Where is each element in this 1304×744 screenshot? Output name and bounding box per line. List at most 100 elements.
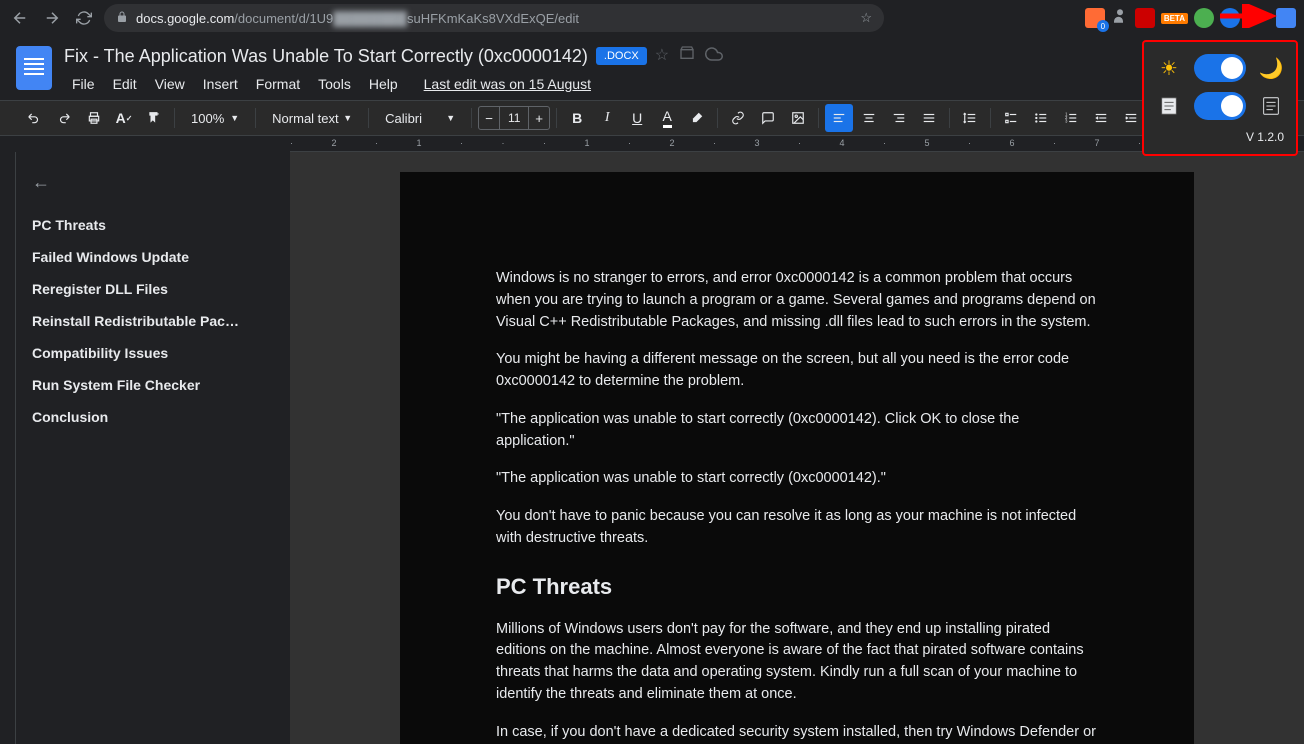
link-button[interactable] <box>724 104 752 132</box>
separator <box>174 108 175 128</box>
document-title[interactable]: Fix - The Application Was Unable To Star… <box>64 46 588 67</box>
beta-badge[interactable]: BETA <box>1161 13 1188 24</box>
heading: PC Threats <box>496 570 1098 603</box>
separator <box>818 108 819 128</box>
align-justify-button[interactable] <box>915 104 943 132</box>
menu-bar: File Edit View Insert Format Tools Help … <box>64 70 1288 98</box>
outline-back-button[interactable]: ← <box>32 172 274 193</box>
paint-format-button[interactable] <box>140 104 168 132</box>
outdent-button[interactable] <box>1087 104 1115 132</box>
redo-button[interactable] <box>50 104 78 132</box>
browser-toolbar: docs.google.com/document/d/1U9████████su… <box>0 0 1304 36</box>
main-area: ← PC Threats Failed Windows Update Rereg… <box>0 152 1304 744</box>
outline-item[interactable]: Conclusion <box>32 401 274 433</box>
last-edit-link[interactable]: Last edit was on 15 August <box>424 76 591 92</box>
outline-item[interactable]: Failed Windows Update <box>32 241 274 273</box>
menu-help[interactable]: Help <box>361 72 406 96</box>
svg-text:3: 3 <box>1065 119 1068 124</box>
star-icon[interactable]: ☆ <box>860 10 872 26</box>
doc-dark-toggle[interactable] <box>1194 92 1246 120</box>
bold-button[interactable]: B <box>563 104 591 132</box>
font-size-control: − + <box>478 106 550 130</box>
separator <box>368 108 369 128</box>
moon-icon: 🌙 <box>1258 55 1284 81</box>
back-button[interactable] <box>8 6 32 30</box>
print-button[interactable] <box>80 104 108 132</box>
forward-button[interactable] <box>40 6 64 30</box>
italic-button[interactable]: I <box>593 104 621 132</box>
separator <box>717 108 718 128</box>
paragraph: You don't have to panic because you can … <box>496 506 1098 550</box>
docs-logo-icon[interactable] <box>16 46 52 90</box>
cloud-icon[interactable] <box>705 45 723 68</box>
font-select[interactable]: Calibri▼ <box>375 107 465 130</box>
ext-icon-1[interactable]: 0 <box>1085 8 1105 28</box>
text-color-button[interactable]: A <box>653 104 681 132</box>
menu-view[interactable]: View <box>147 72 193 96</box>
bullet-list-button[interactable] <box>1027 104 1055 132</box>
zoom-select[interactable]: 100%▼ <box>181 107 249 130</box>
separator <box>949 108 950 128</box>
menu-edit[interactable]: Edit <box>105 72 145 96</box>
comment-button[interactable] <box>754 104 782 132</box>
paragraph: You might be having a different message … <box>496 349 1098 393</box>
formatting-toolbar: A✓ 100%▼ Normal text▼ Calibri▼ − + B I U… <box>0 100 1304 136</box>
underline-button[interactable]: U <box>623 104 651 132</box>
menu-format[interactable]: Format <box>248 72 308 96</box>
align-right-button[interactable] <box>885 104 913 132</box>
docs-header: Fix - The Application Was Unable To Star… <box>0 36 1304 100</box>
outline-item[interactable]: PC Threats <box>32 209 274 241</box>
paragraph: Windows is no stranger to errors, and er… <box>496 268 1098 333</box>
outline-item[interactable]: Compatibility Issues <box>32 337 274 369</box>
extension-popup: ☀ 🌙 V 1.2.0 <box>1142 40 1298 156</box>
menu-tools[interactable]: Tools <box>310 72 359 96</box>
reload-button[interactable] <box>72 6 96 30</box>
format-badge: .DOCX <box>596 47 647 65</box>
outline-item[interactable]: Reregister DLL Files <box>32 273 274 305</box>
ext-icon-2[interactable] <box>1111 7 1129 30</box>
star-icon[interactable]: ☆ <box>655 45 669 68</box>
align-left-button[interactable] <box>825 104 853 132</box>
version-label: V 1.2.0 <box>1156 130 1284 144</box>
menu-insert[interactable]: Insert <box>195 72 246 96</box>
sun-icon: ☀ <box>1156 55 1182 81</box>
light-doc-icon <box>1156 93 1182 119</box>
dark-doc-icon <box>1258 93 1284 119</box>
outline-item[interactable]: Reinstall Redistributable Pac… <box>32 305 274 337</box>
move-icon[interactable] <box>679 45 695 68</box>
ext-icon-3[interactable] <box>1135 8 1155 28</box>
style-select[interactable]: Normal text▼ <box>262 107 362 130</box>
outline-item[interactable]: Run System File Checker <box>32 369 274 401</box>
size-decrease-button[interactable]: − <box>479 107 499 129</box>
numbered-list-button[interactable]: 123 <box>1057 104 1085 132</box>
separator <box>990 108 991 128</box>
paragraph: "The application was unable to start cor… <box>496 468 1098 490</box>
align-center-button[interactable] <box>855 104 883 132</box>
menu-file[interactable]: File <box>64 72 103 96</box>
undo-button[interactable] <box>20 104 48 132</box>
highlight-button[interactable] <box>683 104 711 132</box>
document-scroll[interactable]: Windows is no stranger to errors, and er… <box>290 152 1304 744</box>
document-page[interactable]: Windows is no stranger to errors, and er… <box>400 172 1194 744</box>
ext-icon-4[interactable] <box>1194 8 1214 28</box>
size-increase-button[interactable]: + <box>529 107 549 129</box>
separator <box>255 108 256 128</box>
lock-icon <box>116 11 128 26</box>
checklist-button[interactable] <box>997 104 1025 132</box>
indent-button[interactable] <box>1117 104 1145 132</box>
image-button[interactable] <box>784 104 812 132</box>
annotation-arrow <box>1218 4 1288 28</box>
outline-sidebar: ← PC Threats Failed Windows Update Rereg… <box>16 152 290 744</box>
paragraph: In case, if you don't have a dedicated s… <box>496 722 1098 744</box>
dark-mode-toggle[interactable] <box>1194 54 1246 82</box>
paragraph: "The application was unable to start cor… <box>496 409 1098 453</box>
address-bar[interactable]: docs.google.com/document/d/1U9████████su… <box>104 4 884 32</box>
spellcheck-button[interactable]: A✓ <box>110 104 138 132</box>
line-spacing-button[interactable] <box>956 104 984 132</box>
font-size-input[interactable] <box>499 107 529 129</box>
separator <box>556 108 557 128</box>
vertical-ruler[interactable] <box>0 152 16 744</box>
url-text: docs.google.com/document/d/1U9████████su… <box>136 11 579 26</box>
paragraph: Millions of Windows users don't pay for … <box>496 619 1098 706</box>
separator <box>471 108 472 128</box>
